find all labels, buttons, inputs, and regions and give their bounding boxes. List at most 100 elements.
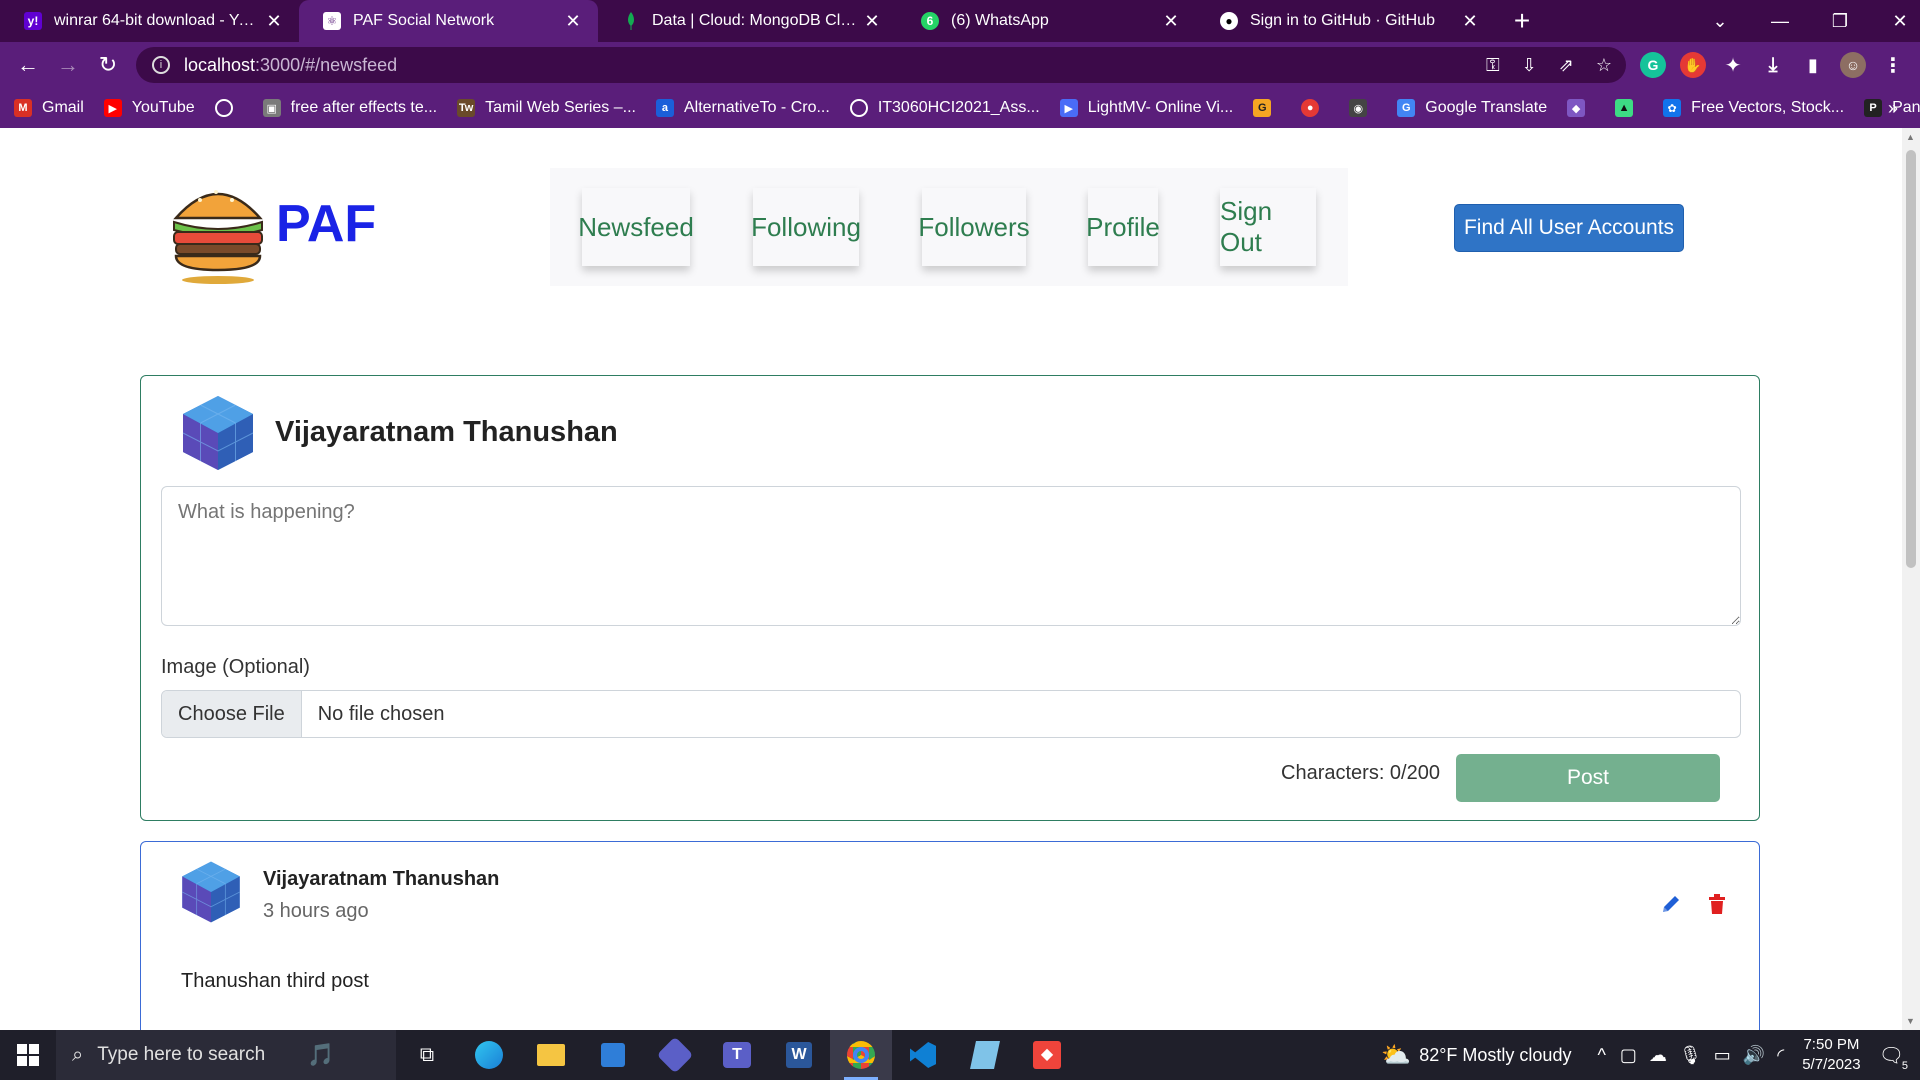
tab-search-chevron-icon[interactable]: ⌄ xyxy=(1690,11,1750,32)
bookmark-app[interactable]: ◆ xyxy=(1567,99,1595,117)
install-app-icon[interactable]: ⇩ xyxy=(1522,55,1537,76)
gmail-icon: M xyxy=(14,99,32,117)
bookmark-record[interactable]: ● xyxy=(1301,99,1329,117)
bookmark-g[interactable]: G xyxy=(1253,99,1281,117)
post-button[interactable]: Post xyxy=(1456,754,1720,802)
key-icon[interactable]: ⚿ xyxy=(1486,55,1500,76)
post-text-input[interactable] xyxy=(161,486,1741,626)
post-author-name[interactable]: Vijayaratnam Thanushan xyxy=(263,868,499,891)
address-bar[interactable]: i localhost:3000/#/newsfeed ⚿ ⇩ ⇗ ☆ xyxy=(136,47,1626,83)
close-icon[interactable]: ✕ xyxy=(1160,11,1182,32)
image-file-input[interactable]: Choose File No file chosen xyxy=(161,690,1741,738)
url-host: localhost xyxy=(184,54,256,75)
bookmark-globe[interactable] xyxy=(214,99,243,117)
scroll-up-arrow-icon[interactable]: ▲ xyxy=(1906,132,1915,142)
post-composer-card: Vijayaratnam Thanushan Image (Optional) … xyxy=(140,375,1760,821)
reload-icon[interactable]: ↻ xyxy=(88,52,128,78)
bookmark-after-effects[interactable]: ▣ free after effects te... xyxy=(262,99,437,117)
close-icon[interactable]: ✕ xyxy=(562,11,584,32)
burger-logo[interactable] xyxy=(170,178,266,284)
notepad-icon[interactable] xyxy=(954,1030,1016,1080)
brand-title[interactable]: PAF xyxy=(276,194,376,254)
bookmark-label: Gmail xyxy=(42,99,84,116)
edit-pencil-icon[interactable] xyxy=(1657,890,1685,918)
bookmark-star-icon[interactable]: ☆ xyxy=(1596,55,1612,76)
notifications-icon[interactable]: 🗨 5 xyxy=(1879,1043,1908,1072)
share-icon[interactable]: ⇗ xyxy=(1559,55,1574,76)
bookmark-label: IT3060HCI2021_Ass... xyxy=(877,99,1040,116)
close-icon[interactable]: ✕ xyxy=(263,11,285,32)
bookmark-gmail[interactable]: M Gmail xyxy=(14,99,84,117)
weather-text[interactable]: 82°F Mostly cloudy xyxy=(1419,1045,1571,1066)
microsoft-store-icon[interactable] xyxy=(582,1030,644,1080)
grammarly-icon[interactable]: G xyxy=(1640,52,1666,78)
bookmark-camera[interactable]: ◉ xyxy=(1349,99,1377,117)
browser-tab-active[interactable]: ⚛ PAF Social Network ✕ xyxy=(299,0,598,42)
page-viewport: PAF Newsfeed Following Followers Profile… xyxy=(0,128,1902,1030)
bookmark-alternativeto[interactable]: a AlternativeTo - Cro... xyxy=(655,99,830,117)
battery-icon[interactable]: ▭ xyxy=(1714,1045,1731,1066)
browser-tab[interactable]: y! winrar 64-bit download - Yahoo Search… xyxy=(0,0,299,42)
new-tab-button[interactable]: + xyxy=(1501,0,1543,42)
nav-profile[interactable]: Profile xyxy=(1086,188,1160,266)
file-explorer-icon[interactable] xyxy=(520,1030,582,1080)
close-icon[interactable]: ✕ xyxy=(861,11,883,32)
site-info-icon[interactable]: i xyxy=(152,56,170,74)
anydesk-icon[interactable]: ◆ xyxy=(1016,1030,1078,1080)
page-scrollbar[interactable]: ▲ ▼ xyxy=(1902,128,1920,1030)
word-icon[interactable]: W xyxy=(768,1030,830,1080)
minimize-icon[interactable]: — xyxy=(1750,11,1810,32)
scrollbar-thumb[interactable] xyxy=(1906,150,1916,568)
profile-avatar-icon[interactable]: ☺ xyxy=(1840,52,1866,78)
teams-icon[interactable]: T xyxy=(706,1030,768,1080)
microphone-icon[interactable]: 🎙 xyxy=(1679,1045,1702,1066)
show-hidden-icons-chevron-icon[interactable]: ^ xyxy=(1597,1045,1605,1066)
side-panel-icon[interactable]: ▮ xyxy=(1800,52,1826,78)
task-view-icon[interactable]: ⧉ xyxy=(396,1030,458,1080)
delete-trash-icon[interactable] xyxy=(1703,890,1731,918)
edge-browser-icon[interactable] xyxy=(458,1030,520,1080)
adblock-icon[interactable]: ✋ xyxy=(1680,52,1706,78)
browser-tab[interactable]: Data | Cloud: MongoDB Cloud ✕ xyxy=(598,0,897,42)
windows-taskbar: ⌕ Type here to search 🎵 ⧉ T W ◆ ⛅ 82°F M… xyxy=(0,1030,1920,1080)
menu-kebab-icon[interactable]: ⋮ xyxy=(1880,52,1906,78)
find-all-user-accounts-button[interactable]: Find All User Accounts xyxy=(1454,204,1684,252)
restore-icon[interactable]: ❐ xyxy=(1810,11,1870,32)
nav-followers[interactable]: Followers xyxy=(918,188,1030,266)
nav-sign-out[interactable]: Sign Out xyxy=(1220,188,1316,266)
scroll-down-arrow-icon[interactable]: ▼ xyxy=(1906,1016,1915,1026)
bookmark-google-translate[interactable]: G Google Translate xyxy=(1397,99,1547,117)
nav-newsfeed[interactable]: Newsfeed xyxy=(578,188,694,266)
vscode-icon[interactable] xyxy=(892,1030,954,1080)
tab-title: winrar 64-bit download - Yahoo Search xyxy=(54,12,263,29)
wifi-icon[interactable]: ◜ xyxy=(1777,1045,1784,1066)
chrome-icon[interactable] xyxy=(830,1030,892,1080)
forward-arrow-icon[interactable]: → xyxy=(48,52,88,78)
g-icon: G xyxy=(1253,99,1272,117)
bookmark-lightmv[interactable]: ▶ LightMV- Online Vi... xyxy=(1059,99,1233,117)
taskbar-clock[interactable]: 7:50 PM 5/7/2023 xyxy=(1802,1035,1860,1075)
taskbar-search-box[interactable]: ⌕ Type here to search 🎵 xyxy=(56,1030,396,1080)
browser-tab[interactable]: 6 (6) WhatsApp ✕ xyxy=(897,0,1196,42)
browser-tab[interactable]: ● Sign in to GitHub · GitHub ✕ xyxy=(1196,0,1495,42)
download-icon[interactable]: ⤓ xyxy=(1760,52,1786,78)
choose-file-button[interactable]: Choose File xyxy=(162,691,302,737)
bookmark-freepik[interactable]: ✿ Free Vectors, Stock... xyxy=(1663,99,1844,117)
bookmark-it3060[interactable]: IT3060HCI2021_Ass... xyxy=(849,99,1040,117)
more-bookmarks-chevron-icon[interactable]: » xyxy=(1888,98,1898,119)
close-window-icon[interactable]: ✕ xyxy=(1870,11,1920,32)
volume-icon[interactable]: 🔊 xyxy=(1743,1045,1765,1066)
extensions-puzzle-icon[interactable]: ✦ xyxy=(1720,52,1746,78)
weather-cloud-icon[interactable]: ⛅ xyxy=(1381,1041,1411,1070)
back-arrow-icon[interactable]: ← xyxy=(8,52,48,78)
windows-start-icon[interactable] xyxy=(0,1030,56,1080)
tab-title: PAF Social Network xyxy=(353,12,495,29)
nav-following[interactable]: Following xyxy=(751,188,861,266)
bookmark-android[interactable]: ▲ xyxy=(1615,99,1643,117)
close-icon[interactable]: ✕ xyxy=(1459,11,1481,32)
bookmark-tamil-web-series[interactable]: Tw Tamil Web Series –... xyxy=(457,99,636,117)
onedrive-cloud-icon[interactable]: ☁ xyxy=(1649,1045,1667,1066)
meet-now-icon[interactable]: ▢ xyxy=(1620,1045,1637,1066)
clipchamp-icon[interactable] xyxy=(644,1030,706,1080)
bookmark-youtube[interactable]: ▶ YouTube xyxy=(103,99,195,117)
